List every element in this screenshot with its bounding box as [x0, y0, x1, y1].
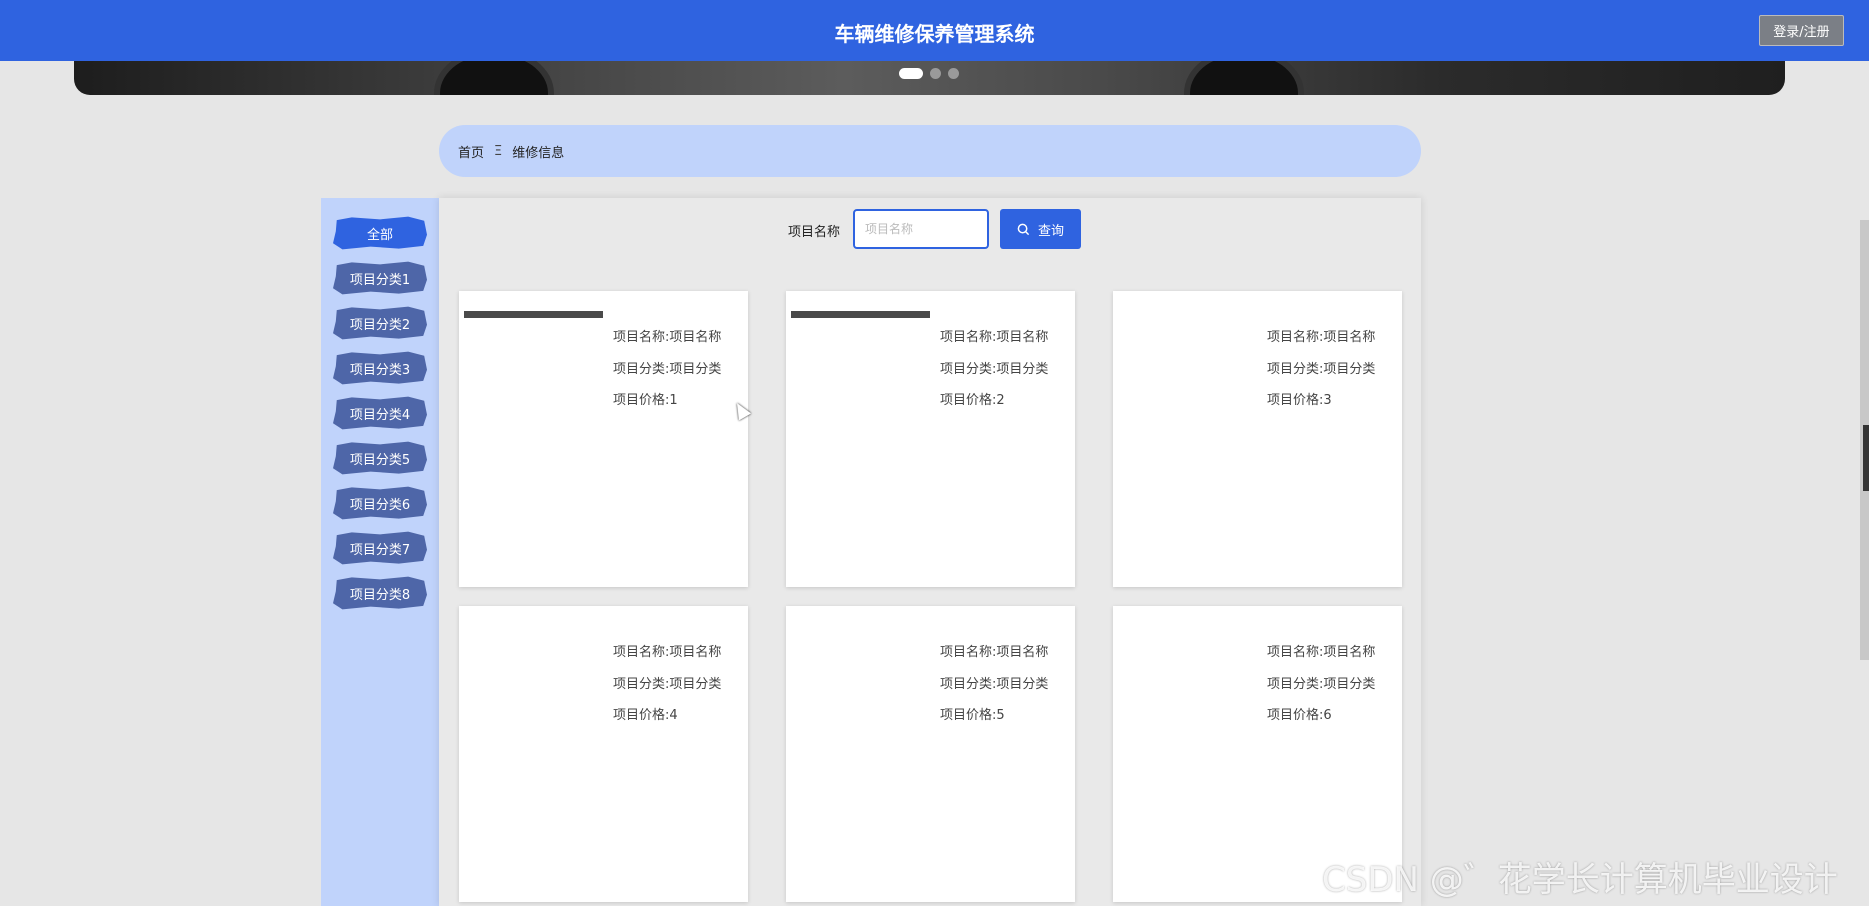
- breadcrumb-home[interactable]: 首页: [458, 142, 484, 161]
- card-project-category: 项目分类:项目分类: [613, 361, 722, 377]
- search-button[interactable]: 查询: [1000, 209, 1081, 249]
- category-item-2[interactable]: 项目分类2: [333, 306, 427, 340]
- repair-image: [464, 626, 603, 871]
- repair-image: [1118, 626, 1257, 871]
- scrollbar-thumb[interactable]: [1863, 425, 1869, 491]
- card-project-category: 项目分类:项目分类: [613, 676, 722, 692]
- breadcrumb-separator: Ξ: [494, 143, 503, 159]
- repair-image: [791, 311, 930, 556]
- breadcrumb: 首页 Ξ 维修信息: [439, 125, 1421, 177]
- category-item-5[interactable]: 项目分类5: [333, 441, 427, 475]
- card-project-name: 项目名称:项目名称: [1267, 645, 1376, 660]
- card-project-price: 项目价格:3: [1267, 393, 1332, 408]
- card-project-name: 项目名称:项目名称: [613, 330, 722, 345]
- category-all[interactable]: 全部: [333, 216, 427, 250]
- breadcrumb-current: 维修信息: [512, 145, 565, 161]
- card-project-category: 项目分类:项目分类: [1267, 676, 1376, 692]
- repair-card[interactable]: 项目名称:项目名称 项目分类:项目分类 项目价格:2: [786, 291, 1075, 587]
- repair-image: [464, 311, 603, 556]
- card-project-category: 项目分类:项目分类: [940, 676, 1049, 692]
- card-project-name: 项目名称:项目名称: [613, 645, 722, 660]
- card-project-price: 项目价格:5: [940, 708, 1005, 723]
- search-input[interactable]: [853, 209, 989, 249]
- card-project-price: 项目价格:1: [613, 393, 678, 408]
- card-project-name: 项目名称:项目名称: [1267, 330, 1376, 345]
- site-title: 车辆维修保养管理系统: [834, 22, 1035, 46]
- category-item-8[interactable]: 项目分类8: [333, 576, 427, 610]
- carousel-dot-3[interactable]: [948, 68, 959, 79]
- category-item-6[interactable]: 项目分类6: [333, 486, 427, 520]
- carousel-dot-2[interactable]: [930, 68, 941, 79]
- category-item-4[interactable]: 项目分类4: [333, 396, 427, 430]
- card-project-category: 项目分类:项目分类: [1267, 361, 1376, 377]
- card-project-category: 项目分类:项目分类: [940, 361, 1049, 377]
- search-button-label: 查询: [1037, 222, 1064, 238]
- main-content: 项目名称 查询 项目名称:项目名称 项目分类:项目分类 项目价格:1 项目名称:…: [439, 198, 1421, 906]
- card-project-price: 项目价格:6: [1267, 708, 1332, 723]
- watermark: CSDN @゛花学长计算机毕业设计: [1322, 860, 1838, 900]
- page-scrollbar[interactable]: [1860, 220, 1869, 660]
- carousel-dot-1[interactable]: [899, 68, 923, 79]
- repair-card[interactable]: 项目名称:项目名称 项目分类:项目分类 项目价格:5: [786, 606, 1075, 902]
- search-icon: [1017, 223, 1030, 235]
- repair-image: [791, 626, 930, 871]
- card-project-name: 项目名称:项目名称: [940, 330, 1049, 345]
- search-label: 项目名称: [788, 225, 841, 240]
- login-register-button[interactable]: 登录/注册: [1759, 15, 1844, 46]
- card-project-name: 项目名称:项目名称: [940, 645, 1049, 660]
- card-project-price: 项目价格:4: [613, 708, 678, 723]
- top-navbar: 车辆维修保养管理系统 登录/注册: [0, 0, 1869, 61]
- carousel-indicators: [899, 68, 959, 79]
- repair-image: [1118, 311, 1257, 556]
- category-item-1[interactable]: 项目分类1: [333, 261, 427, 295]
- repair-card[interactable]: 项目名称:项目名称 项目分类:项目分类 项目价格:4: [459, 606, 748, 902]
- category-sidebar: 全部 项目分类1 项目分类2 项目分类3 项目分类4 项目分类5 项目分类6 项…: [321, 198, 439, 906]
- card-project-price: 项目价格:2: [940, 393, 1005, 408]
- category-item-7[interactable]: 项目分类7: [333, 531, 427, 565]
- category-item-3[interactable]: 项目分类3: [333, 351, 427, 385]
- repair-card[interactable]: 项目名称:项目名称 项目分类:项目分类 项目价格:3: [1113, 291, 1402, 587]
- repair-card[interactable]: 项目名称:项目名称 项目分类:项目分类 项目价格:1: [459, 291, 748, 587]
